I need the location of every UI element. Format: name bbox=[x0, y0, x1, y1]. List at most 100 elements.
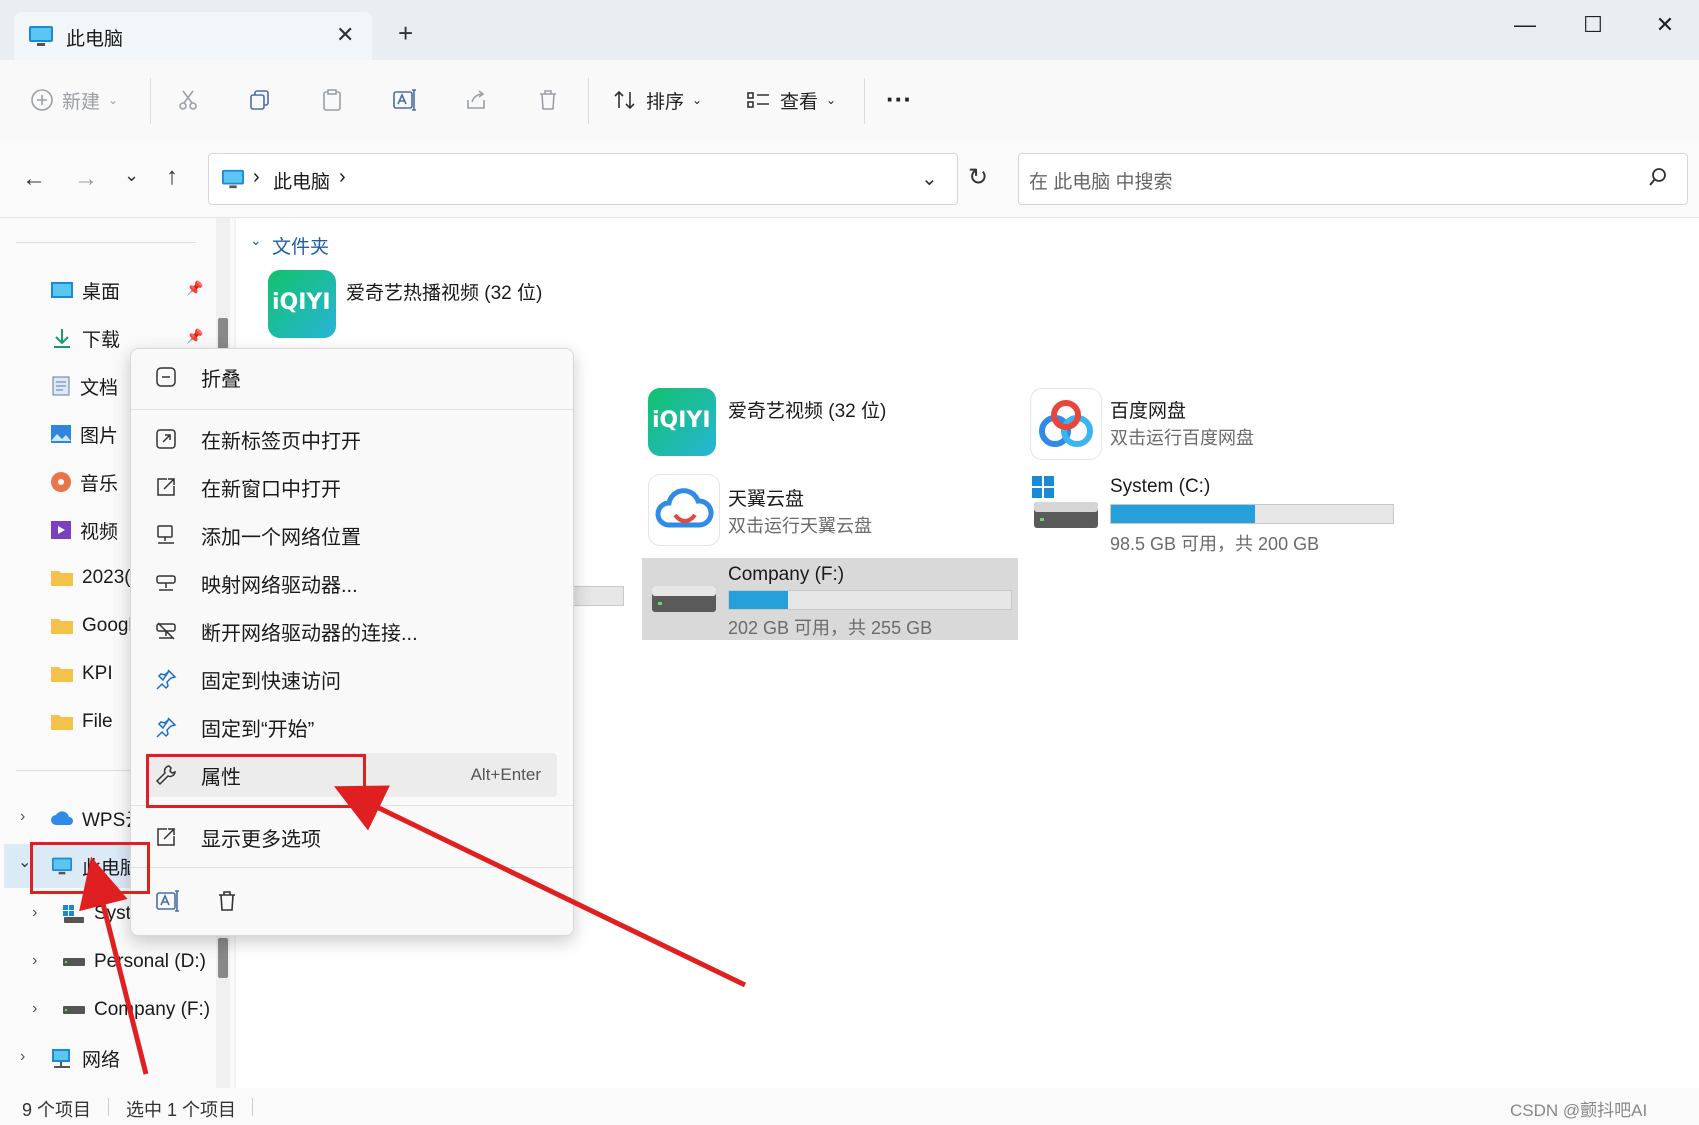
paste-icon[interactable] bbox=[320, 88, 344, 112]
nav-item-label: KPI bbox=[82, 663, 113, 684]
open-new-window-icon bbox=[155, 476, 191, 498]
forward-arrow-icon[interactable]: → bbox=[74, 165, 98, 193]
menu-item-collapse[interactable]: 折叠 bbox=[147, 355, 557, 399]
search-input[interactable]: 在 此电脑 中搜索 bbox=[1018, 153, 1688, 205]
tile-iqiyi-hot[interactable]: iQIYI 爱奇艺热播视频 (32 位) bbox=[266, 270, 626, 346]
collapse-icon bbox=[155, 366, 191, 388]
delete-icon[interactable] bbox=[536, 88, 560, 112]
rename-icon[interactable] bbox=[155, 889, 181, 913]
network-location-icon bbox=[155, 524, 191, 546]
expand-chevron-icon[interactable]: › bbox=[32, 952, 37, 970]
menu-item-disconnect-network-drive[interactable]: 断开网络驱动器的连接... bbox=[147, 609, 557, 653]
more-options-icon bbox=[155, 826, 191, 848]
network-icon bbox=[50, 1047, 74, 1069]
menu-item-show-more-options[interactable]: 显示更多选项 bbox=[147, 815, 557, 859]
back-arrow-icon[interactable]: ← bbox=[22, 165, 46, 193]
pin-icon bbox=[155, 668, 191, 690]
expand-chevron-icon[interactable]: › bbox=[32, 1000, 37, 1018]
breadcrumb-this-pc[interactable]: 此电脑 bbox=[273, 167, 330, 194]
view-button[interactable]: 查看 ⌄ bbox=[746, 78, 836, 122]
menu-item-add-network-location[interactable]: 添加一个网络位置 bbox=[147, 513, 557, 557]
selected-count: 选中 1 个项目 bbox=[126, 1100, 237, 1120]
address-row: ← → ⌄ ↑ › 此电脑 › ⌄ ↻ 在 此电脑 中搜索 bbox=[0, 141, 1699, 218]
tile-iqiyi[interactable]: iQIYI 爱奇艺视频 (32 位) bbox=[648, 388, 1008, 464]
menu-item-label: 添加一个网络位置 bbox=[201, 526, 361, 549]
nav-item-documents[interactable]: 文档 bbox=[50, 368, 118, 404]
recent-locations-icon[interactable]: ⌄ bbox=[124, 165, 139, 186]
tile-tianyi-cloud[interactable]: 天翼云盘 双击运行天翼云盘 bbox=[648, 474, 1008, 550]
drive-icon bbox=[62, 1004, 86, 1016]
nav-item-label: 视频 bbox=[80, 521, 119, 543]
nav-item-videos[interactable]: 视频 bbox=[50, 512, 118, 548]
cut-icon[interactable] bbox=[176, 88, 200, 112]
nav-divider bbox=[16, 242, 196, 243]
tile-name: 爱奇艺视频 (32 位) bbox=[728, 401, 887, 422]
new-button[interactable]: 新建 ⌄ bbox=[30, 78, 118, 122]
menu-item-pin-start[interactable]: 固定到“开始” bbox=[147, 705, 557, 749]
tile-company-drive[interactable]: Company (F:) 202 GB 可用，共 255 GB bbox=[642, 558, 1018, 640]
expand-chevron-icon[interactable]: › bbox=[20, 1048, 25, 1066]
scrollbar-thumb[interactable] bbox=[218, 938, 228, 978]
close-tab-icon[interactable]: ✕ bbox=[336, 22, 354, 48]
drive-usage-bar bbox=[1110, 504, 1394, 524]
baidu-netdisk-icon bbox=[1030, 388, 1102, 460]
delete-icon[interactable] bbox=[215, 889, 239, 913]
nav-item-pictures[interactable]: 图片 bbox=[50, 416, 118, 452]
menu-item-open-new-window[interactable]: 在新窗口中打开 bbox=[147, 465, 557, 509]
command-bar: 新建 ⌄ 排序 ⌄ 查看 ⌄ ··· bbox=[0, 60, 1699, 142]
drive-usage-bar-remnant bbox=[572, 586, 624, 606]
more-options-button[interactable]: ··· bbox=[886, 84, 912, 115]
nav-item-desktop[interactable]: 桌面 bbox=[50, 272, 120, 308]
nav-item-folder-file[interactable]: File bbox=[50, 704, 113, 740]
nav-tree-network[interactable]: 网络 bbox=[50, 1040, 120, 1076]
expand-chevron-icon[interactable]: › bbox=[32, 904, 37, 922]
copy-icon[interactable] bbox=[248, 88, 272, 112]
up-arrow-icon[interactable]: ↑ bbox=[166, 163, 178, 191]
nav-tree-company-drive[interactable]: Company (F:) bbox=[62, 992, 210, 1028]
folder-icon bbox=[50, 616, 74, 636]
rename-icon[interactable] bbox=[392, 88, 418, 112]
refresh-icon[interactable]: ↻ bbox=[968, 163, 988, 192]
tab-this-pc[interactable]: 此电脑 ✕ bbox=[14, 12, 372, 60]
tile-name: 天翼云盘 bbox=[728, 489, 805, 510]
address-bar[interactable]: › 此电脑 › ⌄ bbox=[208, 153, 958, 205]
nav-item-folder-google[interactable]: Googl bbox=[50, 608, 133, 644]
nav-item-music[interactable]: 音乐 bbox=[50, 464, 118, 500]
address-history-icon[interactable]: ⌄ bbox=[921, 166, 938, 191]
nav-tree-personal-drive[interactable]: Personal (D:) bbox=[62, 944, 206, 980]
share-icon[interactable] bbox=[464, 88, 488, 112]
folder-icon bbox=[50, 568, 74, 588]
maximize-button[interactable]: ☐ bbox=[1568, 10, 1618, 40]
menu-separator bbox=[131, 867, 573, 868]
menu-item-open-new-tab[interactable]: 在新标签页中打开 bbox=[147, 417, 557, 461]
tile-subtitle: 98.5 GB 可用，共 200 GB bbox=[1110, 534, 1320, 554]
collapse-chevron-icon[interactable]: ⌄ bbox=[250, 232, 262, 249]
expand-chevron-icon[interactable]: › bbox=[20, 808, 25, 826]
nav-item-folder-2023[interactable]: 2023( bbox=[50, 560, 131, 596]
minimize-button[interactable]: — bbox=[1500, 10, 1550, 40]
group-title-folders[interactable]: 文件夹 bbox=[272, 232, 329, 259]
drive-usage-fill bbox=[1111, 505, 1255, 523]
cloud-icon bbox=[50, 809, 74, 827]
drive-icon bbox=[650, 572, 718, 622]
nav-item-folder-kpi[interactable]: KPI bbox=[50, 656, 113, 692]
menu-item-pin-quick-access[interactable]: 固定到快速访问 bbox=[147, 657, 557, 701]
tile-system-drive[interactable]: System (C:) 98.5 GB 可用，共 200 GB bbox=[1030, 474, 1450, 560]
sort-button[interactable]: 排序 ⌄ bbox=[612, 78, 702, 122]
close-window-button[interactable]: ✕ bbox=[1640, 10, 1690, 40]
status-divider bbox=[252, 1098, 253, 1116]
menu-item-label: 固定到快速访问 bbox=[201, 670, 341, 693]
windows-drive-icon bbox=[1030, 474, 1102, 534]
nav-item-label: 桌面 bbox=[82, 281, 121, 303]
nav-item-label: 图片 bbox=[80, 425, 119, 447]
annotation-box-this-pc bbox=[30, 842, 150, 894]
menu-item-label: 映射网络驱动器... bbox=[201, 574, 358, 597]
tile-baidu-netdisk[interactable]: 百度网盘 双击运行百度网盘 bbox=[1030, 388, 1390, 464]
new-tab-button[interactable]: + bbox=[398, 18, 413, 49]
nav-item-downloads[interactable]: 下载 bbox=[50, 320, 120, 356]
nav-item-label: 下载 bbox=[82, 329, 121, 351]
nav-item-label: 文档 bbox=[80, 377, 119, 399]
menu-item-map-network-drive[interactable]: 映射网络驱动器... bbox=[147, 561, 557, 605]
pin-icon: 📌 bbox=[186, 280, 204, 296]
breadcrumb-chevron[interactable]: › bbox=[339, 166, 346, 189]
